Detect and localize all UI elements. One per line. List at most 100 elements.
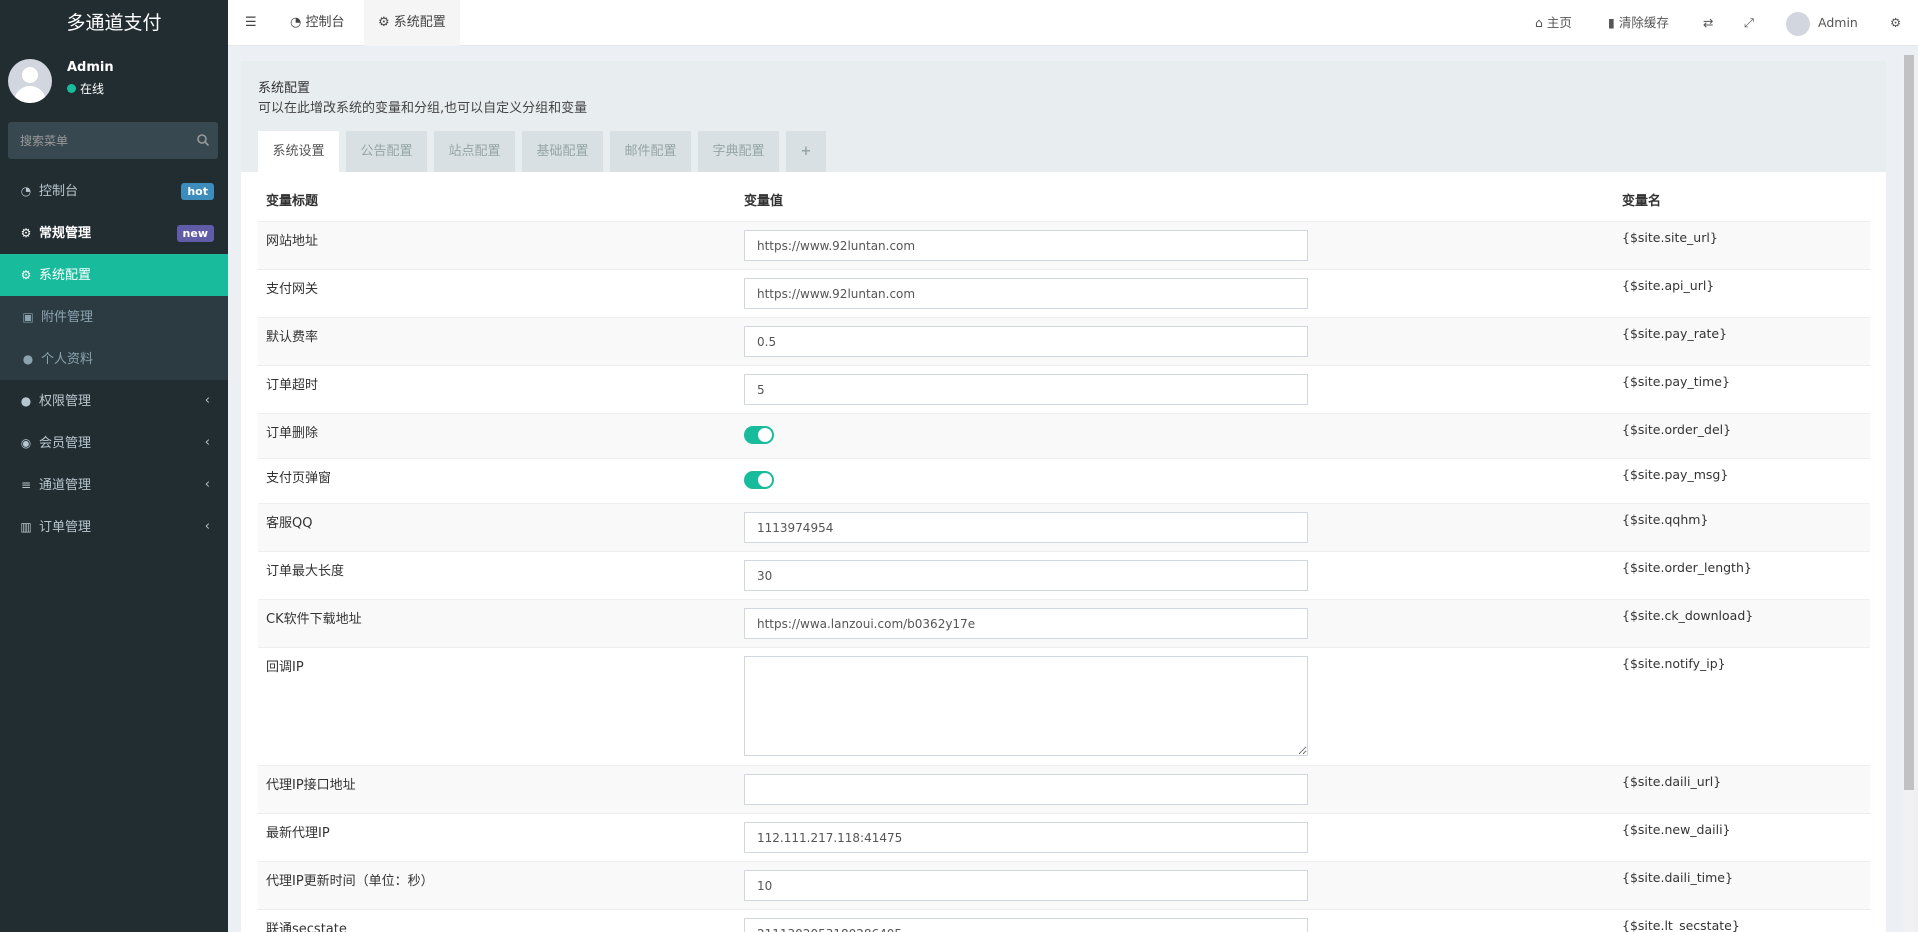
search-icon[interactable]: [196, 133, 210, 147]
sidebar-item-system-config[interactable]: ⚙ 系统配置: [0, 254, 228, 296]
variable-title: 代理IP更新时间（单位：秒）: [266, 874, 434, 889]
gear-icon: ⚙: [20, 268, 32, 282]
dashboard-icon: ◔: [20, 184, 32, 198]
tab-label: 系统配置: [393, 15, 446, 30]
clear-cache-button[interactable]: ▮ 清除缓存: [1608, 0, 1669, 46]
sidebar-item-label: 会员管理: [39, 436, 92, 451]
sidebar-item-orders[interactable]: ▥ 订单管理 ‹: [0, 506, 228, 548]
chevron-left-icon: ‹: [204, 393, 210, 408]
sidebar-item-attachments[interactable]: ▣ 附件管理: [0, 296, 228, 338]
tab-mail[interactable]: 邮件配置: [610, 131, 691, 172]
page-scrollbar[interactable]: [1903, 55, 1915, 932]
file-image-icon: ▣: [22, 310, 34, 324]
app-title[interactable]: 多通道支付: [0, 0, 228, 46]
qq-field[interactable]: [744, 512, 1308, 543]
add-group-button[interactable]: +: [786, 131, 826, 172]
table-row: CK软件下载地址 {$site.ck_download}: [258, 599, 1870, 647]
tab-basic[interactable]: 基础配置: [522, 131, 603, 172]
tab-system-config[interactable]: ⚙ 系统配置: [364, 0, 460, 46]
trash-icon: ▮: [1608, 15, 1619, 30]
sidebar-item-profile[interactable]: ● 个人资料: [0, 338, 228, 380]
variable-title: 支付页弹窗: [266, 471, 332, 486]
sidebar-item-dashboard[interactable]: ◔ 控制台 hot: [0, 170, 228, 212]
variable-name: {$site.api_url}: [1622, 278, 1715, 293]
column-header-value: 变量值: [744, 194, 784, 209]
search-input[interactable]: [8, 122, 178, 159]
table-row: 支付页弹窗 {$site.pay_msg}: [258, 458, 1870, 503]
tab-announcement[interactable]: 公告配置: [346, 131, 427, 172]
new-badge: new: [176, 225, 214, 242]
pay-time-field[interactable]: [744, 374, 1308, 405]
variable-name: {$site.new_daili}: [1622, 822, 1731, 837]
variable-title: 订单超时: [266, 378, 319, 393]
variable-name: {$site.notify_ip}: [1622, 656, 1726, 671]
tab-dictionary[interactable]: 字典配置: [698, 131, 779, 172]
tab-dashboard[interactable]: ◔ 控制台: [290, 0, 345, 46]
table-row: 订单超时 {$site.pay_time}: [258, 365, 1870, 413]
pay-rate-field[interactable]: [744, 326, 1308, 357]
sidebar-toggle-button[interactable]: ☰: [245, 0, 257, 46]
variable-title: 回调IP: [266, 660, 304, 675]
avatar: [8, 59, 52, 103]
ck-download-field[interactable]: [744, 608, 1308, 639]
chevron-left-icon: ‹: [204, 477, 210, 492]
home-icon: ⌂: [1535, 15, 1547, 30]
daili-url-field[interactable]: [744, 774, 1308, 805]
new-daili-field[interactable]: [744, 822, 1308, 853]
pay-msg-toggle[interactable]: [744, 471, 774, 489]
variable-name: {$site.qqhm}: [1622, 512, 1709, 527]
user-name: Admin: [67, 60, 114, 75]
language-button[interactable]: ⇄: [1703, 0, 1713, 46]
table-row: 代理IP更新时间（单位：秒） {$site.daili_time}: [258, 861, 1870, 909]
tab-label: 控制台: [305, 15, 345, 30]
notify-ip-textarea[interactable]: [744, 656, 1308, 756]
variable-title: 网站地址: [266, 234, 319, 249]
tab-system-settings[interactable]: 系统设置: [258, 131, 339, 172]
user-status: 在线: [67, 80, 104, 97]
column-header-title: 变量标题: [266, 194, 319, 209]
cogs-icon: ⚙: [20, 226, 32, 240]
fullscreen-button[interactable]: ⤢: [1744, 0, 1754, 46]
sidebar-item-general[interactable]: ⚙ 常规管理 new: [0, 212, 228, 254]
variable-title: 客服QQ: [266, 516, 313, 531]
variable-title: 订单最大长度: [266, 564, 345, 579]
settings-button[interactable]: ⚙: [1890, 0, 1901, 46]
group-icon: ●: [20, 394, 32, 408]
user-icon: ●: [22, 352, 34, 366]
tab-site[interactable]: 站点配置: [434, 131, 515, 172]
config-panel: 系统配置 可以在此增改系统的变量和分组,也可以自定义分组和变量 系统设置 公告配…: [241, 61, 1886, 932]
bar-chart-icon: ▥: [20, 520, 32, 534]
sidebar-item-label: 附件管理: [41, 310, 94, 325]
variable-title: CK软件下载地址: [266, 612, 362, 627]
order-del-toggle[interactable]: [744, 426, 774, 444]
variable-name: {$site.order_del}: [1622, 422, 1732, 437]
daili-time-field[interactable]: [744, 870, 1308, 901]
table-row: 网站地址 {$site.site_url}: [258, 221, 1870, 269]
sidebar-item-channels[interactable]: ≡ 通道管理 ‹: [0, 464, 228, 506]
table-row: 联通secstate {$site.lt_secstate}: [258, 909, 1870, 932]
scrollbar-thumb[interactable]: [1904, 55, 1914, 790]
home-link[interactable]: ⌂ 主页: [1535, 0, 1572, 46]
panel-heading: 系统配置 可以在此增改系统的变量和分组,也可以自定义分组和变量 系统设置 公告配…: [241, 61, 1886, 172]
table-row: 回调IP {$site.notify_ip}: [258, 647, 1870, 765]
api-url-field[interactable]: [744, 278, 1308, 309]
variable-name: {$site.order_length}: [1622, 560, 1752, 575]
sidebar-menu: ◔ 控制台 hot ⚙ 常规管理 new ⚙ 系统配置 ▣ 附件管理 ● 个人资料 ● 权限…: [0, 170, 228, 548]
order-length-field[interactable]: [744, 560, 1308, 591]
lt-secstate-field[interactable]: [744, 918, 1308, 932]
variable-name: {$site.lt_secstate}: [1622, 918, 1740, 932]
hot-badge: hot: [181, 183, 214, 200]
sidebar-item-label: 常规管理: [39, 226, 92, 241]
user-status-label: 在线: [80, 82, 105, 96]
user-menu[interactable]: Admin: [1786, 0, 1858, 46]
sidebar-item-members[interactable]: ◉ 会员管理 ‹: [0, 422, 228, 464]
site-url-field[interactable]: [744, 230, 1308, 261]
column-header-name: 变量名: [1622, 194, 1662, 209]
top-navbar: ☰ ◔ 控制台 ⚙ 系统配置 ⌂ 主页 ▮ 清除缓存 ⇄ ⤢ Admin ⚙: [228, 0, 1918, 46]
variable-name: {$site.pay_rate}: [1622, 326, 1728, 341]
online-dot-icon: [67, 84, 76, 93]
sidebar-item-permissions[interactable]: ● 权限管理 ‹: [0, 380, 228, 422]
table-row: 订单最大长度 {$site.order_length}: [258, 551, 1870, 599]
variable-title: 订单删除: [266, 426, 319, 441]
table-row: 最新代理IP {$site.new_daili}: [258, 813, 1870, 861]
